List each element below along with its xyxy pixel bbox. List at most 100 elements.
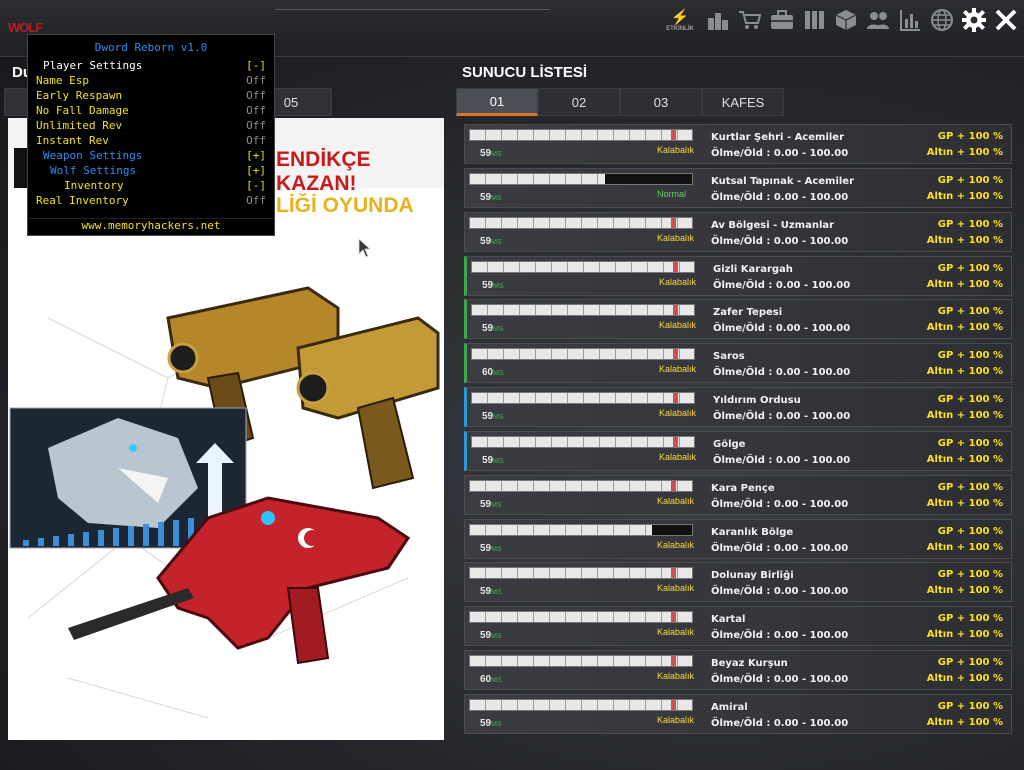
cheat-option-value[interactable]: [+]: [246, 149, 266, 162]
server-row[interactable]: 59MS Kalabalık Kara Pençe Ölme/Öld : 0.00 -…: [464, 474, 1012, 515]
server-crowd-status: Kalabalık: [659, 276, 697, 287]
server-gp-bonus: GP + 100 %: [937, 262, 1003, 274]
box-icon[interactable]: [832, 6, 860, 34]
clan-icon[interactable]: [800, 6, 828, 34]
friends-icon[interactable]: [864, 6, 892, 34]
population-bar-full-marker: [673, 261, 678, 272]
population-bar-fill: [470, 217, 692, 228]
server-row[interactable]: 59MS Kalabalık Dolunay Birliği Ölme/Öld : 0…: [464, 562, 1012, 603]
cheat-option-value[interactable]: Off: [246, 89, 266, 102]
settings-icon[interactable]: [960, 6, 988, 34]
population-bar-full-marker: [673, 393, 678, 404]
cheat-option-row[interactable]: Inventory [-]: [36, 179, 266, 194]
population-bar-full-marker: [673, 436, 678, 447]
population-bar: [469, 523, 693, 536]
server-row[interactable]: 59MS Normal Kutsal Tapınak - Acemiler Ölme/…: [464, 167, 1012, 208]
topbar-icons: ⚡ ETKİNLİK: [660, 6, 1020, 34]
cheat-option-row[interactable]: Player Settings [-]: [36, 59, 266, 74]
cheat-option-row[interactable]: Weapon Settings [+]: [36, 149, 266, 164]
server-kd-range: Ölme/Öld : 0.00 - 100.00: [711, 148, 849, 159]
cheat-option-value[interactable]: [-]: [246, 179, 266, 192]
server-name: Gizli Karargah: [713, 263, 793, 275]
server-ping: 59MS: [480, 498, 502, 510]
population-bar-full-marker: [673, 305, 678, 316]
population-bar-fill: [470, 612, 692, 623]
server-row[interactable]: 59MS Kalabalık Yıldırım Ordusu Ölme/Öld : 0…: [464, 387, 1012, 428]
server-list: 59MS Kalabalık Kurtlar Şehri - Acemiler Ölm…: [464, 124, 1012, 738]
server-gp-bonus: GP + 100 %: [937, 174, 1003, 186]
cheat-option-label: No Fall Damage: [36, 104, 129, 117]
cheat-option-value[interactable]: Off: [246, 104, 266, 117]
inventory-icon[interactable]: [768, 6, 796, 34]
server-crowd-status: Kalabalık: [657, 145, 695, 155]
server-gold-bonus: Altın + 100 %: [926, 673, 1003, 685]
server-row[interactable]: 59MS Kalabalık Amiral Ölme/Öld : 0.00 - 100…: [464, 693, 1012, 734]
cheat-option-label: Inventory: [64, 179, 124, 192]
cheat-option-row[interactable]: Name Esp Off: [36, 74, 266, 89]
server-row[interactable]: 59MS Kalabalık Zafer Tepesi Ölme/Öld : 0.00…: [464, 299, 1012, 340]
server-row[interactable]: 59MS Kalabalık Karanlık Bölge Ölme/Öld : 0.…: [464, 518, 1012, 559]
server-row[interactable]: 59MS Kalabalık Gölge Ölme/Öld : 0.00 - 100.…: [464, 430, 1012, 471]
cheat-option-row[interactable]: No Fall Damage Off: [36, 104, 266, 119]
server-name: Yıldırım Ordusu: [713, 395, 801, 407]
server-gp-bonus: GP + 100 %: [937, 394, 1003, 406]
server-crowd-status: Kalabalık: [657, 714, 695, 725]
server-kd-range: Ölme/Öld : 0.00 - 100.00: [713, 323, 851, 335]
population-bar-fill: [472, 349, 694, 360]
cheat-option-value[interactable]: Off: [246, 74, 266, 87]
cheat-option-label: Player Settings: [43, 59, 143, 72]
population-bar-fill: [472, 393, 694, 404]
server-crowd-status: Kalabalık: [657, 671, 695, 682]
server-gp-bonus: GP + 100 %: [937, 569, 1003, 581]
cheat-option-row[interactable]: Wolf Settings [+]: [36, 164, 266, 179]
server-tab-kafes[interactable]: KAFES: [702, 88, 784, 116]
server-row[interactable]: 60MS Kalabalık Saros Ölme/Öld : 0.00 - 100.…: [464, 343, 1012, 384]
server-tab-02[interactable]: 02: [538, 88, 620, 116]
cheat-option-value[interactable]: [+]: [246, 164, 266, 177]
server-tab-03[interactable]: 03: [620, 88, 702, 116]
server-row[interactable]: 59MS Kalabalık Kurtlar Şehri - Acemiler Ölm…: [464, 124, 1012, 164]
population-bar: [469, 611, 693, 624]
cheat-option-value[interactable]: Off: [246, 194, 266, 207]
cheat-menu-title: Dword Reborn v1.0: [94, 41, 208, 54]
cheat-option-row[interactable]: Early Respawn Off: [36, 89, 266, 104]
population-bar-full-marker: [671, 612, 676, 623]
server-gold-bonus: Altın + 100 %: [926, 629, 1003, 641]
server-crowd-status: Kalabalık: [659, 408, 697, 419]
events-icon[interactable]: ⚡ ETKİNLİK: [660, 6, 700, 34]
population-bar-fill: [470, 524, 653, 535]
population-bar-full-marker: [671, 130, 676, 140]
server-ping: 59MS: [480, 191, 502, 203]
cart-icon[interactable]: [736, 6, 764, 34]
cheat-option-row[interactable]: Instant Rev Off: [36, 134, 266, 149]
server-ping: 59MS: [480, 717, 502, 729]
cheat-option-value[interactable]: Off: [246, 134, 266, 147]
population-bar-fill: [472, 261, 694, 272]
cheat-menu-overlay[interactable]: Dword Reborn v1.0 Player Settings [-] Name…: [27, 34, 275, 236]
server-row[interactable]: 60MS Kalabalık Beyaz Kurşun Ölme/Öld : 0.00…: [464, 650, 1012, 691]
cheat-option-row[interactable]: Unlimited Rev Off: [36, 119, 266, 134]
cheat-option-value[interactable]: [-]: [246, 59, 266, 72]
server-row[interactable]: 59MS Kalabalık Gizli Karargah Ölme/Öld : 0.…: [464, 255, 1012, 296]
stats-icon[interactable]: [896, 6, 924, 34]
server-ping: 59MS: [480, 148, 502, 159]
population-bar-full-marker: [671, 217, 676, 228]
server-name: Dolunay Birliği: [711, 570, 794, 582]
server-row[interactable]: 59MS Kalabalık Av Bölgesi - Uzmanlar Ölme/Ö…: [464, 211, 1012, 252]
population-bar: [471, 260, 695, 273]
server-kd-range: Ölme/Öld : 0.00 - 100.00: [713, 367, 851, 379]
server-crowd-status: Normal: [657, 188, 687, 199]
population-bar: [469, 216, 693, 229]
server-gold-bonus: Altın + 100 %: [926, 716, 1003, 728]
server-row[interactable]: 59MS Kalabalık Kartal Ölme/Öld : 0.00 - 100…: [464, 606, 1012, 647]
close-icon[interactable]: [992, 6, 1020, 34]
server-ping: 59MS: [482, 323, 504, 335]
cheat-option-value[interactable]: Off: [246, 119, 266, 132]
city-icon[interactable]: [704, 6, 732, 34]
population-bar-fill: [470, 699, 692, 710]
cheat-option-row[interactable]: Real Inventory Off: [36, 194, 266, 209]
server-ping: 60MS: [480, 674, 502, 686]
server-tab-01[interactable]: 01: [456, 88, 538, 116]
server-name: Kartal: [711, 614, 746, 626]
globe-icon[interactable]: [928, 6, 956, 34]
